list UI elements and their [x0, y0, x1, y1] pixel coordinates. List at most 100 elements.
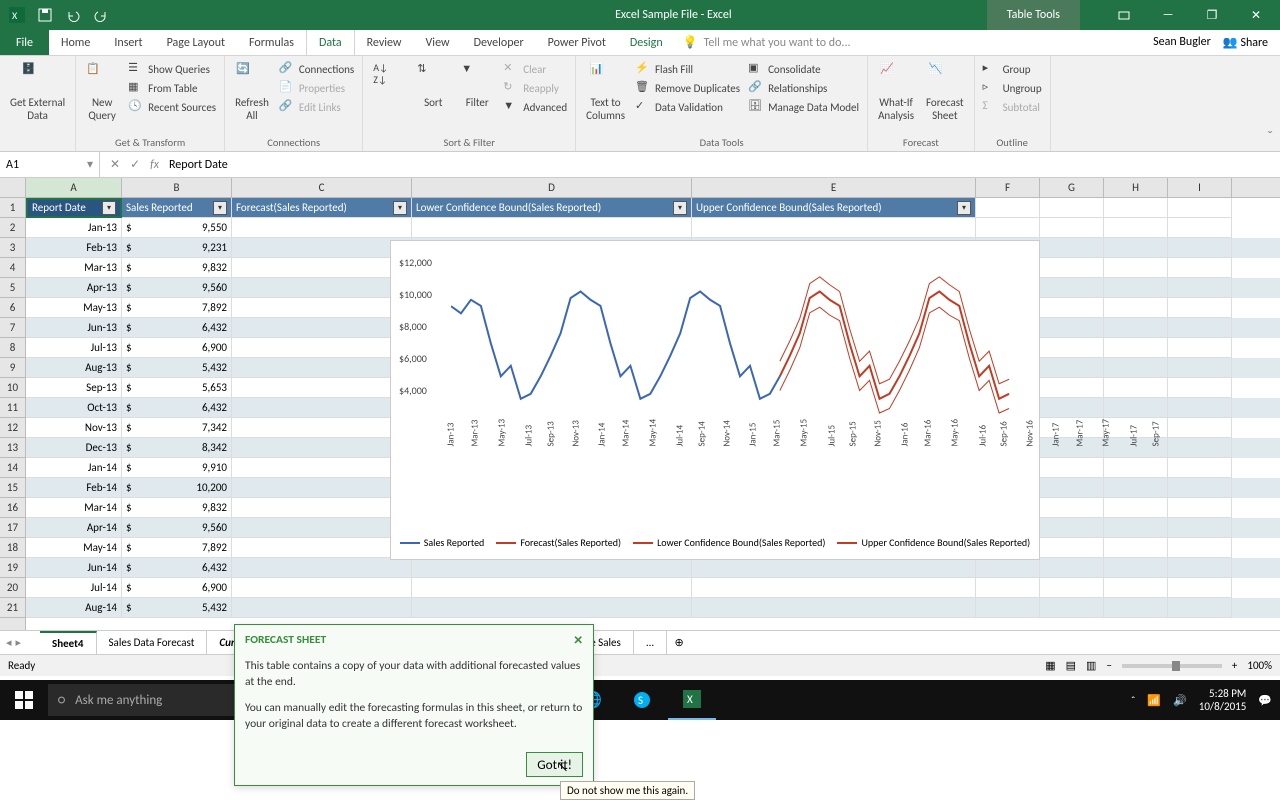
cell[interactable] [1104, 318, 1168, 338]
filter-dropdown-icon[interactable]: ▾ [957, 201, 971, 215]
tab-review[interactable]: Review [355, 30, 414, 55]
row-header[interactable]: 1 [0, 198, 25, 218]
sort-az-button[interactable]: A↓Z↓ [369, 60, 409, 96]
cell[interactable] [1168, 218, 1232, 238]
cell[interactable]: $6,900 [122, 338, 232, 358]
cell[interactable] [1168, 498, 1232, 518]
select-all-corner[interactable] [0, 178, 26, 197]
cell[interactable] [232, 218, 412, 238]
cell[interactable] [1104, 298, 1168, 318]
cell[interactable]: Mar-13 [26, 258, 122, 278]
cell[interactable] [1168, 318, 1232, 338]
row-header[interactable]: 18 [0, 538, 25, 558]
cell[interactable] [1104, 498, 1168, 518]
cell[interactable]: $9,832 [122, 258, 232, 278]
row-header[interactable]: 9 [0, 358, 25, 378]
cell[interactable] [976, 218, 1040, 238]
row-header[interactable]: 10 [0, 378, 25, 398]
col-header-i[interactable]: I [1168, 178, 1232, 197]
col-header-e[interactable]: E [692, 178, 976, 197]
cell[interactable] [1168, 278, 1232, 298]
cell[interactable]: $6,432 [122, 398, 232, 418]
row-header[interactable]: 11 [0, 398, 25, 418]
sheet-tabs-more[interactable]: ... [634, 631, 667, 654]
cell[interactable] [1104, 238, 1168, 258]
cell[interactable] [232, 258, 412, 278]
cell[interactable] [232, 558, 412, 578]
cell[interactable] [1040, 518, 1104, 538]
text-to-columns-button[interactable]: 📊Text to Columns [582, 60, 629, 124]
cell[interactable]: Apr-14 [26, 518, 122, 538]
row-header[interactable]: 14 [0, 458, 25, 478]
cell[interactable] [1040, 538, 1104, 558]
cell[interactable] [1040, 598, 1104, 618]
new-query-button[interactable]: 📋New Query [82, 60, 122, 124]
row-header[interactable]: 8 [0, 338, 25, 358]
cell[interactable] [1104, 578, 1168, 598]
add-sheet-icon[interactable]: ⊕ [667, 636, 691, 649]
cell[interactable] [232, 598, 412, 618]
tab-insert[interactable]: Insert [102, 30, 154, 55]
cell[interactable]: Mar-14 [26, 498, 122, 518]
cell[interactable]: Oct-13 [26, 398, 122, 418]
cell[interactable] [1168, 558, 1232, 578]
tab-formulas[interactable]: Formulas [237, 30, 306, 55]
accept-formula-icon[interactable]: ✓ [130, 157, 140, 172]
tab-data[interactable]: Data [306, 30, 355, 55]
cell[interactable] [1168, 578, 1232, 598]
col-header-c[interactable]: C [232, 178, 412, 197]
row-header[interactable]: 13 [0, 438, 25, 458]
cell[interactable] [1040, 458, 1104, 478]
cell[interactable] [692, 578, 976, 598]
cell[interactable]: Jul-14 [26, 578, 122, 598]
fx-icon[interactable]: fx [150, 158, 159, 172]
cell[interactable] [976, 558, 1040, 578]
view-normal-icon[interactable]: ▦ [1045, 659, 1055, 672]
cell[interactable]: $9,231 [122, 238, 232, 258]
cell[interactable] [1168, 478, 1232, 498]
cell[interactable] [1104, 458, 1168, 478]
cell[interactable] [1040, 298, 1104, 318]
cell[interactable]: Jan-14 [26, 458, 122, 478]
zoom-out-icon[interactable]: − [1106, 659, 1111, 672]
cell[interactable]: $6,432 [122, 318, 232, 338]
got-it-button[interactable]: Got it! [526, 752, 583, 777]
tab-design[interactable]: Design [618, 30, 675, 55]
cell[interactable] [232, 338, 412, 358]
filter-dropdown-icon[interactable]: ▾ [213, 201, 227, 215]
manage-data-model-button[interactable]: 🗄Manage Data Model [746, 98, 861, 116]
sheet-nav-left-icon[interactable]: ◂ [6, 636, 12, 649]
cell[interactable]: $5,653 [122, 378, 232, 398]
tab-view[interactable]: View [414, 30, 462, 55]
sheet-tab-sheet4[interactable]: Sheet4 [40, 631, 97, 654]
cell[interactable] [1040, 278, 1104, 298]
redo-icon[interactable] [90, 4, 112, 26]
cell[interactable]: Aug-14 [26, 598, 122, 618]
table-header-forecast[interactable]: Forecast(Sales Reported)▾ [232, 198, 412, 218]
group-button[interactable]: ▸Group [981, 60, 1044, 78]
cell[interactable] [1040, 338, 1104, 358]
cell[interactable] [1168, 378, 1232, 398]
ungroup-button[interactable]: ▹Ungroup [981, 79, 1044, 97]
cell[interactable] [1168, 598, 1232, 618]
cell[interactable] [1168, 518, 1232, 538]
cell[interactable] [232, 418, 412, 438]
advanced-button[interactable]: ▼Advanced [501, 98, 569, 116]
cell[interactable] [232, 278, 412, 298]
tab-power-pivot[interactable]: Power Pivot [536, 30, 618, 55]
cell[interactable]: $10,200 [122, 478, 232, 498]
cell[interactable] [1104, 378, 1168, 398]
cell[interactable]: Feb-14 [26, 478, 122, 498]
close-icon[interactable]: ✕ [1236, 3, 1276, 27]
cell[interactable]: Dec-13 [26, 438, 122, 458]
cell[interactable] [1040, 378, 1104, 398]
cell[interactable]: $7,892 [122, 298, 232, 318]
cell[interactable] [1104, 258, 1168, 278]
cell[interactable] [1040, 238, 1104, 258]
view-page-break-icon[interactable]: ▥ [1086, 659, 1096, 672]
cell[interactable] [1104, 218, 1168, 238]
cell[interactable]: Nov-13 [26, 418, 122, 438]
cancel-formula-icon[interactable]: ✕ [110, 157, 120, 172]
cell[interactable] [232, 538, 412, 558]
remove-duplicates-button[interactable]: 🗑Remove Duplicates [633, 79, 742, 97]
